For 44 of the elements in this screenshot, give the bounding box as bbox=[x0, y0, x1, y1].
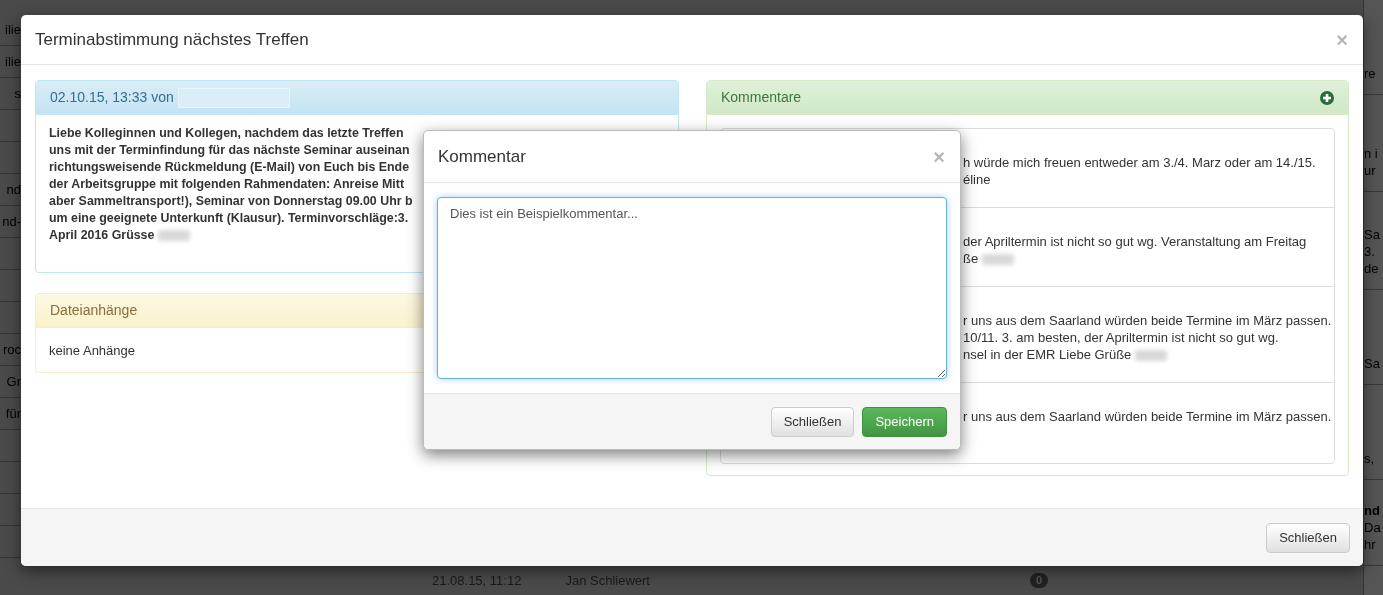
row-text: ilie bbox=[5, 20, 21, 39]
row-text: für bbox=[5, 404, 21, 423]
message-line: richtungsweisende Rückmeldung (E-Mail) von Euch bis Ende bbox=[49, 159, 410, 176]
row-text: Sa bbox=[1364, 226, 1381, 243]
row-text: nd bbox=[1364, 502, 1381, 519]
panel-title: Dateianhänge bbox=[50, 301, 138, 320]
close-button[interactable]: Schließen bbox=[1266, 522, 1350, 553]
add-icon[interactable] bbox=[1320, 90, 1334, 105]
message-line: April 2016 Grüsse bbox=[49, 227, 191, 244]
message-line: um eine geeignete Unterkunft (Klausur). Terminvorschläge:3. bbox=[49, 210, 409, 227]
message-meta: 02.10.15, 13:33 von bbox=[50, 86, 290, 109]
comment-line: r uns aus dem Saarland würden beide Termine im März passen. bbox=[963, 312, 1332, 329]
comment-line: der Apriltermin ist nicht so gut wg. Veranstaltung am Freitag bbox=[963, 233, 1307, 250]
comment-field[interactable]: Dies ist ein Beispielkommentar... bbox=[437, 197, 947, 379]
comment-line: nsel in der EMR Liebe Grüße bbox=[963, 346, 1168, 363]
comment-line: r uns aus dem Saarland würden beide Termine im März passen. bbox=[963, 408, 1332, 425]
row-text: s, bbox=[1364, 450, 1376, 467]
close-button[interactable]: Schließen bbox=[770, 406, 855, 437]
comment-line: ße bbox=[963, 250, 1015, 267]
comment-line: éline bbox=[963, 171, 991, 188]
row-text: nd bbox=[6, 180, 21, 199]
message-line: aber Sammeltransport!), Seminar von Donnerstag 09.00 Uhr b bbox=[49, 193, 413, 210]
panel-title: Kommentare bbox=[721, 88, 802, 107]
dialog-title: Kommentar bbox=[438, 145, 526, 168]
row-text: s bbox=[14, 84, 21, 103]
row-text: ilie bbox=[5, 52, 21, 71]
row-text: nd- bbox=[2, 212, 21, 231]
row-text: Sa bbox=[1364, 355, 1381, 372]
row-text: Gr bbox=[6, 372, 21, 391]
message-line: uns mit der Terminfindung für das nächste Seminar auseinan bbox=[49, 142, 410, 159]
row-text: de bbox=[1364, 260, 1380, 277]
row-text: Da bbox=[1364, 519, 1382, 536]
row-text: n i bbox=[1364, 145, 1379, 162]
comment-line: 10/11. 3. am besten, der Apriltermin ist nicht so gut wg. bbox=[963, 329, 1279, 346]
row-text: re bbox=[1364, 65, 1377, 82]
message-line: Liebe Kolleginnen und Kollegen, nachdem das letzte Treffen bbox=[49, 125, 404, 142]
row-text: ur bbox=[1364, 162, 1377, 179]
attachments-text: keine Anhänge bbox=[49, 343, 136, 358]
row-text: roc bbox=[2, 340, 21, 359]
comment-line: h würde mich freuen entweder am 3./4. Marz oder am 14./15. bbox=[963, 154, 1316, 171]
message-line: der Arbeitsgruppe mit folgenden Rahmendaten: Anreise Mitt bbox=[49, 176, 404, 193]
row-text: hr bbox=[1364, 536, 1377, 553]
dialog-title: Terminabstimmung nächstes Treffen bbox=[35, 28, 309, 51]
row-text: 3. bbox=[1364, 243, 1376, 260]
